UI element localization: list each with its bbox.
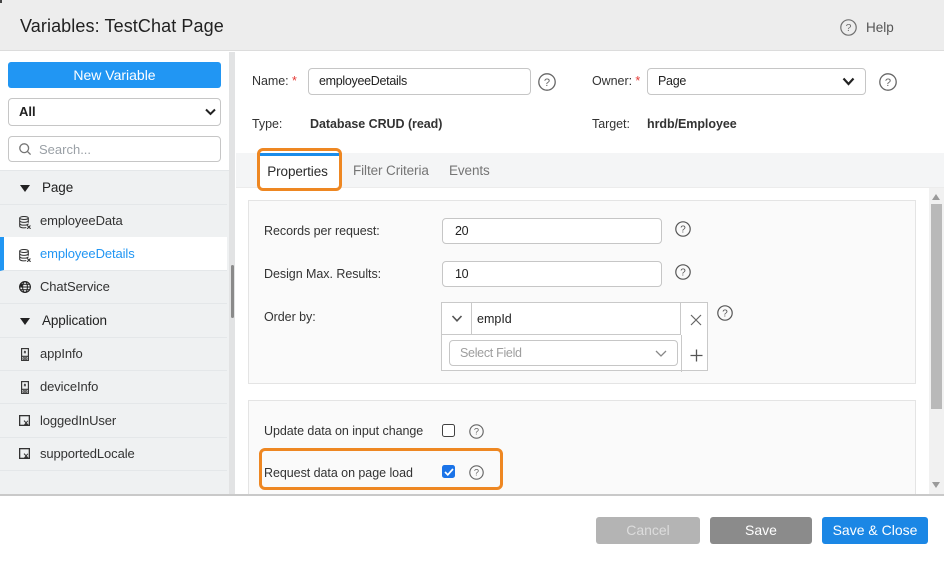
svg-text:?: ? (680, 225, 686, 236)
svg-text:?: ? (846, 22, 852, 34)
svg-text:?: ? (680, 268, 686, 279)
svg-text:?: ? (885, 77, 891, 89)
svg-text:?: ? (544, 77, 550, 89)
svg-text:?: ? (722, 309, 728, 320)
svg-text:?: ? (474, 467, 479, 477)
svg-text:?: ? (474, 426, 479, 436)
